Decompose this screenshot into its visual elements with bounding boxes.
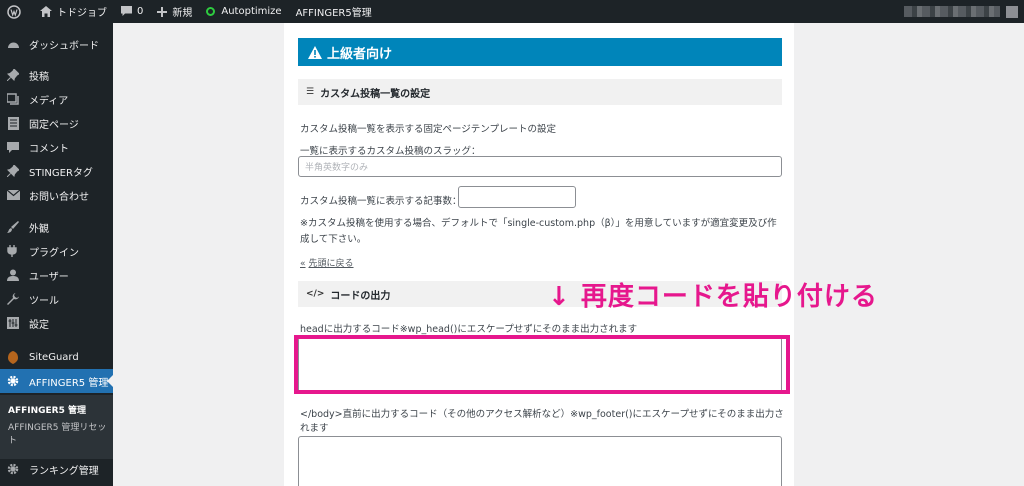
sidebar-item-settings[interactable]: 設定 (0, 311, 113, 335)
autoptimize-link[interactable]: Autoptimize (199, 0, 288, 23)
sidebar-item-label: メディア (29, 95, 69, 107)
sidebar-item-label: ツール (29, 295, 59, 307)
sidebar-item-label: コメント (29, 143, 69, 155)
wordpress-icon (7, 4, 21, 19)
affinger-admin-label: AFFINGER5管理 (295, 8, 372, 19)
avatar (1006, 5, 1018, 18)
user-account-menu[interactable] (904, 5, 1024, 18)
sidebar-item-label: 設定 (29, 319, 49, 331)
wordpress-logo-button[interactable] (0, 0, 33, 23)
warning-icon (308, 45, 322, 59)
home-icon (40, 6, 52, 17)
new-label: 新規 (172, 8, 193, 19)
sidebar-item-ranking[interactable]: ランキング管理 (0, 457, 113, 481)
highlight-box (294, 335, 790, 394)
sidebar-item-media[interactable]: メディア (0, 87, 113, 111)
sidebar-item-label: STINGERタグ (29, 167, 93, 179)
sidebar-item-contact[interactable]: お問い合わせ (0, 183, 113, 207)
sidebar-item-label: AFFINGER5 管理 (29, 377, 109, 389)
advanced-header: 上級者向け (298, 38, 782, 66)
mail-icon (6, 188, 20, 202)
footer-code-textarea[interactable] (298, 436, 782, 486)
sidebar-item-label: SiteGuard (29, 351, 79, 363)
submenu-item-affinger5-admin[interactable]: AFFINGER5 管理 (8, 403, 86, 416)
comment-icon (6, 140, 20, 154)
active-indicator-arrow (107, 375, 113, 387)
autoptimize-label: Autoptimize (221, 6, 282, 17)
custom-post-section-header: ☰ カスタム投稿一覧の設定 (298, 79, 782, 105)
gear-icon (6, 374, 20, 388)
sidebar-item-appearance[interactable]: 外観 (0, 215, 113, 239)
sidebar-item-label: お問い合わせ (29, 191, 89, 203)
footer-code-label: </body>直前に出力するコード（その他のアクセス解析など）※wp_foote… (300, 409, 784, 434)
settings-panel: 上級者向け ☰ カスタム投稿一覧の設定 カスタム投稿一覧を表示する固定ページテン… (284, 23, 794, 486)
user-icon (6, 268, 20, 282)
sidebar-item-siteguard[interactable]: SiteGuard (0, 345, 113, 369)
sidebar-item-tools[interactable]: ツール (0, 287, 113, 311)
sidebar-item-label: 外観 (29, 223, 49, 235)
sidebar-item-posts[interactable]: 投稿 (0, 63, 113, 87)
comment-count: 0 (137, 6, 144, 17)
annotation-text: ↓ 再度コードを貼り付ける (548, 282, 878, 312)
pin-icon (6, 68, 20, 82)
page-icon (6, 116, 20, 130)
sidebar-item-comments[interactable]: コメント (0, 135, 113, 159)
comment-icon (121, 6, 132, 16)
dashboard-icon (6, 37, 20, 51)
site-name-link[interactable]: トドジョブ (33, 0, 114, 23)
gear-icon (6, 462, 20, 476)
settings-icon (6, 316, 20, 330)
site-name: トドジョブ (57, 8, 107, 19)
sidebar-item-users[interactable]: ユーザー (0, 263, 113, 287)
plus-icon (157, 6, 168, 17)
brush-icon (6, 220, 20, 234)
head-code-label: headに出力するコード※wp_head()にエスケープせずにそのまま出力されま… (300, 324, 638, 335)
advanced-header-title: 上級者向け (327, 46, 393, 62)
back-to-top-label: 先頭に戻る (308, 259, 354, 269)
code-output-section-title: コードの出力 (330, 290, 391, 302)
sidebar-item-affinger5-admin[interactable]: AFFINGER5 管理 (0, 369, 113, 393)
sidebar-item-stinger-tag[interactable]: STINGERタグ (0, 159, 113, 183)
custom-post-section-title: カスタム投稿一覧の設定 (320, 88, 431, 100)
slug-label: 一覧に表示するカスタム投稿のスラッグ： (300, 146, 481, 157)
slug-input[interactable]: 半角英数字のみ (298, 156, 782, 177)
sidebar-item-label: ランキング管理 (29, 465, 99, 477)
comments-link[interactable]: 0 (114, 0, 150, 23)
plugin-icon (6, 244, 20, 258)
media-icon (6, 92, 20, 106)
affinger-admin-link[interactable]: AFFINGER5管理 (289, 0, 379, 23)
list-icon: ☰ (306, 87, 315, 97)
chevron-up-icon: « (300, 259, 306, 269)
affinger5-submenu: AFFINGER5 管理 AFFINGER5 管理リセット (0, 395, 113, 459)
shield-icon (6, 350, 20, 364)
blurred-username (904, 6, 1000, 17)
custom-post-description: カスタム投稿一覧を表示する固定ページテンプレートの設定 (300, 124, 557, 135)
sidebar-item-label: プラグイン (29, 247, 79, 259)
sidebar-item-dashboard[interactable]: ダッシュボード (0, 32, 113, 56)
sidebar-item-label: 投稿 (29, 71, 49, 83)
new-content-link[interactable]: 新規 (150, 0, 199, 23)
post-count-input[interactable] (458, 186, 576, 208)
pin-icon (6, 164, 20, 178)
code-icon: </> (306, 289, 325, 299)
post-count-label: カスタム投稿一覧に表示する記事数： (300, 196, 462, 207)
status-dot-icon (206, 7, 216, 16)
submenu-item-affinger5-reset[interactable]: AFFINGER5 管理リセット (8, 422, 108, 448)
admin-sidebar: ダッシュボード 投稿 メディア 固定ページ コメント STINGERタグ お問い… (0, 23, 113, 486)
custom-post-note: ※カスタム投稿を使用する場合、デフォルトで「single-custom.php（… (300, 218, 777, 245)
back-to-top-link[interactable]: «先頭に戻る (300, 256, 354, 269)
sidebar-item-plugins[interactable]: プラグイン (0, 239, 113, 263)
wrench-icon (6, 292, 20, 306)
sidebar-item-label: ダッシュボード (29, 40, 99, 52)
sidebar-item-label: 固定ページ (29, 119, 79, 131)
admin-bar: トドジョブ 0 新規 Autoptimize AFFINGER5管理 (0, 0, 1024, 23)
sidebar-item-pages[interactable]: 固定ページ (0, 111, 113, 135)
sidebar-item-label: ユーザー (29, 271, 69, 283)
